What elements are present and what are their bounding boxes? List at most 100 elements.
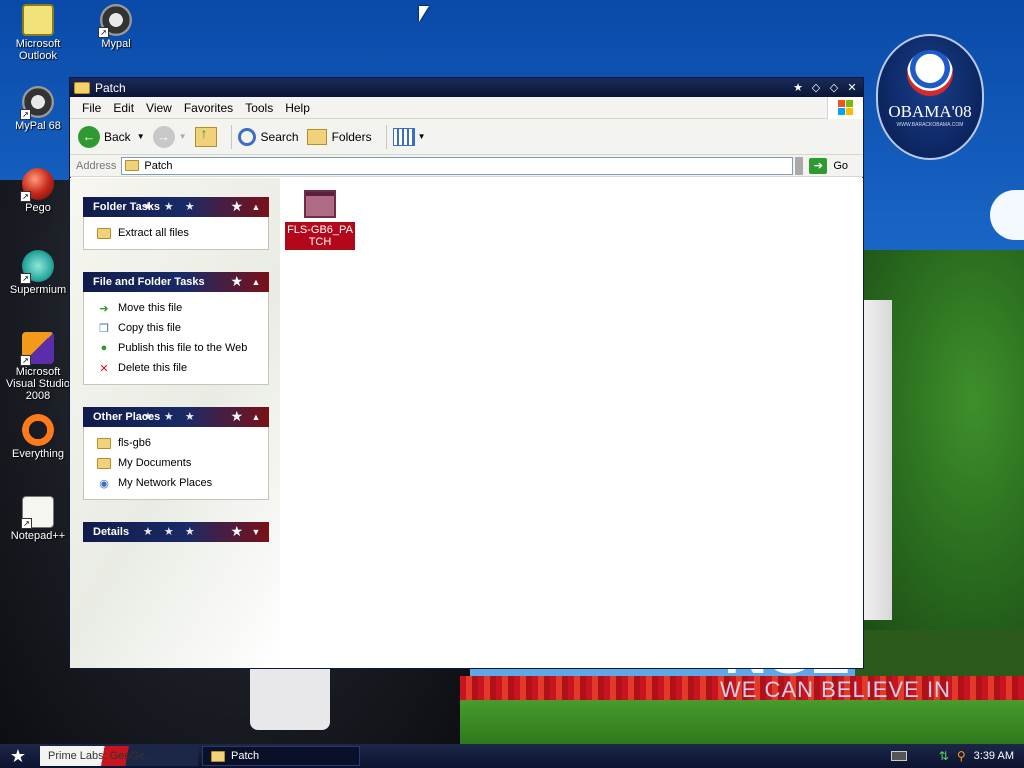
- desktop-icon-label: Everything: [12, 448, 64, 460]
- go-button[interactable]: ➔ Go: [809, 157, 849, 174]
- desktop-icon-visual-studio[interactable]: ↗ Microsoft Visual Studio 2008: [0, 332, 76, 402]
- close-button[interactable]: ✕: [845, 81, 859, 95]
- collapse-icon[interactable]: ▲: [249, 275, 263, 289]
- desktop-icon-mypal[interactable]: ↗ Mypal: [78, 4, 154, 50]
- task-move-file[interactable]: ➜ Move this file: [84, 298, 268, 318]
- menu-help[interactable]: Help: [279, 101, 316, 115]
- wallpaper-hedge: [855, 630, 1024, 678]
- desktop-icon-label: Notepad++: [10, 530, 66, 542]
- place-fls-gb6[interactable]: fls-gb6: [84, 433, 268, 453]
- shortcut-arrow-icon: ↗: [20, 109, 31, 120]
- panel-title: File and Folder Tasks: [93, 276, 205, 288]
- up-folder-icon: ↑: [194, 125, 217, 147]
- desktop-icon-mypal68[interactable]: ↗ MyPal 68: [0, 86, 76, 132]
- forward-arrow-icon: →: [152, 125, 175, 148]
- zip-folder-icon: [96, 225, 112, 241]
- keyboard-icon[interactable]: [890, 751, 907, 761]
- details-header[interactable]: Details ★ ★ ★ ★ ▼: [83, 522, 269, 542]
- address-dropdown-button[interactable]: [795, 156, 804, 175]
- title-bar[interactable]: Patch ★ ◇ ◇ ✕: [70, 78, 863, 97]
- maximize-button[interactable]: ◇: [827, 81, 841, 95]
- chevron-down-icon: ▼: [417, 132, 426, 141]
- folders-icon: [306, 128, 327, 145]
- file-tasks-header[interactable]: File and Folder Tasks ★ ▲: [83, 272, 269, 292]
- forward-button[interactable]: → ▼: [152, 125, 187, 148]
- task-publish-web[interactable]: ● Publish this file to the Web: [84, 338, 268, 358]
- folder-icon: [211, 750, 225, 762]
- folders-button[interactable]: Folders: [306, 128, 372, 145]
- task-extract-all[interactable]: Extract all files: [84, 223, 268, 243]
- wallpaper-lawn: [460, 700, 1024, 744]
- menu-favorites[interactable]: Favorites: [178, 101, 239, 115]
- collapse-icon[interactable]: ▲: [249, 410, 263, 424]
- my-documents-icon: [96, 455, 112, 471]
- delete-icon: ✕: [99, 362, 109, 375]
- desktop-icon-label: Mypal: [101, 38, 131, 50]
- network-icon[interactable]: ⇅: [939, 749, 949, 763]
- explorer-window[interactable]: Patch ★ ◇ ◇ ✕ File Edit View Favorites T…: [69, 77, 864, 669]
- search-icon[interactable]: ⚲: [957, 749, 966, 763]
- address-input[interactable]: Patch: [121, 156, 794, 175]
- folder-tasks-header[interactable]: Folder Tasks ★ ★ ★ ★ ▲: [83, 197, 269, 217]
- search-icon: [237, 127, 256, 146]
- task-label: Extract all files: [118, 227, 189, 239]
- task-delete-file[interactable]: ✕ Delete this file: [84, 358, 268, 378]
- desktop-icon-everything[interactable]: Everything: [0, 414, 76, 460]
- back-arrow-icon: ←: [78, 125, 100, 148]
- desktop-icon-label: MyPal 68: [15, 120, 61, 132]
- task-label: My Network Places: [118, 477, 213, 489]
- place-my-documents[interactable]: My Documents: [84, 453, 268, 473]
- desktop-icon-label: Microsoft Outlook: [15, 38, 61, 62]
- menu-view[interactable]: View: [140, 101, 178, 115]
- wallpaper-shirt: [250, 660, 330, 730]
- campaign-badge-sub: WWW.BARACKOBAMA.COM: [896, 122, 964, 128]
- expand-icon[interactable]: ▼: [249, 525, 263, 539]
- minimize-button[interactable]: ◇: [809, 81, 823, 95]
- shortcut-arrow-icon: ↗: [20, 355, 31, 366]
- up-folder-button[interactable]: ↑: [194, 125, 217, 147]
- chevron-down-icon: ▼: [136, 132, 145, 141]
- collapse-icon[interactable]: ▲: [249, 200, 263, 214]
- views-button[interactable]: ▼: [392, 127, 426, 146]
- visual-studio-icon: ↗: [20, 332, 54, 366]
- stars-decoration: ★ ★ ★: [143, 201, 199, 213]
- menu-edit[interactable]: Edit: [107, 101, 140, 115]
- folders-label: Folders: [331, 129, 372, 144]
- taskbar-item-patch[interactable]: Patch: [202, 746, 360, 766]
- star-icon[interactable]: ★: [791, 81, 805, 95]
- star-icon: ★: [230, 408, 243, 424]
- toolbar: ← Back ▼ → ▼ ↑ Search Folders ▼: [70, 119, 863, 155]
- desktop-icon-outlook[interactable]: Microsoft Outlook: [0, 4, 76, 62]
- outlook-icon: [22, 4, 54, 36]
- start-button[interactable]: ★: [0, 744, 36, 768]
- desktop-icon-notepadpp[interactable]: ↗ Notepad++: [0, 496, 76, 542]
- clock[interactable]: 3:39 AM: [974, 750, 1014, 762]
- go-label: Go: [833, 159, 849, 172]
- campaign-badge-text: OBAMA'08: [888, 102, 972, 121]
- back-button[interactable]: ← Back ▼: [78, 125, 145, 148]
- desktop-icon-label: Supermium: [9, 284, 67, 296]
- star-icon: ★: [230, 273, 243, 289]
- search-button[interactable]: Search: [237, 127, 299, 146]
- desktop-icon-pego[interactable]: ↗ Pego: [0, 168, 76, 214]
- views-icon: [392, 127, 415, 146]
- menu-file[interactable]: File: [76, 101, 107, 115]
- taskbar-item-label: Prime Labs: GeoGe...: [48, 750, 155, 762]
- mypal-icon: ↗: [98, 4, 132, 38]
- task-copy-file[interactable]: ❐ Copy this file: [84, 318, 268, 338]
- campaign-badge: OBAMA'08 WWW.BARACKOBAMA.COM: [876, 34, 984, 160]
- other-places-header[interactable]: Other Places ★ ★ ★ ★ ▲: [83, 407, 269, 427]
- window-controls: ★ ◇ ◇ ✕: [791, 81, 863, 95]
- file-item[interactable]: FLS-GB6_PATCH: [285, 190, 355, 250]
- desktop-icon-supermium[interactable]: ↗ Supermium: [0, 250, 76, 296]
- address-label: Address: [76, 159, 117, 172]
- copy-file-icon: ❐: [99, 322, 109, 335]
- wallpaper-cloud: [990, 190, 1024, 240]
- task-label: Copy this file: [118, 322, 181, 334]
- place-my-network-places[interactable]: ◉ My Network Places: [84, 473, 268, 493]
- content-area[interactable]: Folder Tasks ★ ★ ★ ★ ▲ Extract all files…: [70, 178, 863, 668]
- taskbar-item-geogebra[interactable]: Prime Labs: GeoGe...: [40, 746, 198, 766]
- globe-icon: ●: [100, 342, 108, 354]
- panel-title: Details: [93, 526, 130, 538]
- menu-tools[interactable]: Tools: [239, 101, 279, 115]
